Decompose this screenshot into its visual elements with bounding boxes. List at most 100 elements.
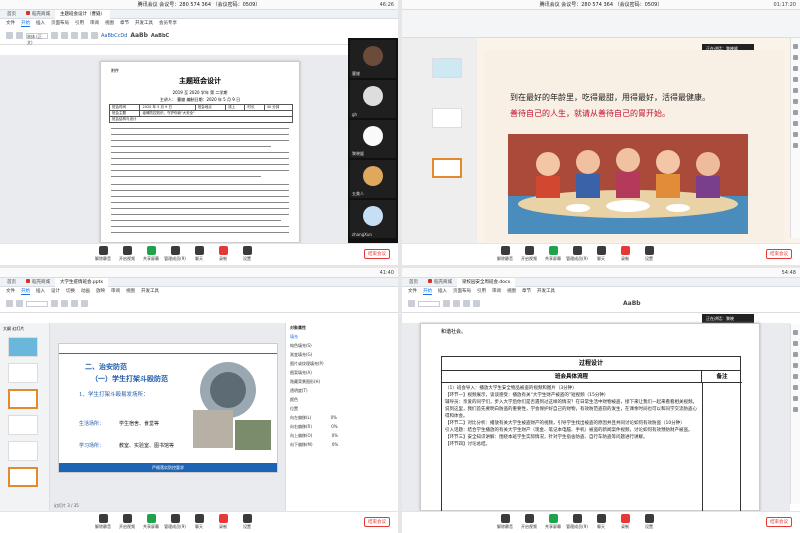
menu-transition[interactable]: 切换	[66, 288, 75, 294]
bold-icon[interactable]	[443, 300, 450, 307]
menu-design[interactable]: 设计	[51, 288, 60, 294]
video-button[interactable]: 开启视频	[518, 514, 540, 530]
end-meeting-button[interactable]: 结束会议	[766, 517, 792, 527]
font-select[interactable]	[418, 300, 440, 307]
fill-solid-option[interactable]: 纯色填充(S)	[286, 341, 388, 350]
menu-review[interactable]: 审阅	[111, 288, 120, 294]
participant-tile[interactable]: 五美人	[350, 160, 396, 198]
font-select[interactable]	[26, 300, 48, 307]
bold-icon[interactable]	[51, 32, 58, 39]
participant-tile[interactable]: zhangXun	[350, 200, 396, 238]
menu-chapter[interactable]: 章节	[120, 20, 129, 26]
tool-icon[interactable]	[793, 143, 798, 148]
settings-button[interactable]: 设置	[236, 246, 258, 262]
record-button[interactable]: 录制	[614, 246, 636, 262]
hide-background-checkbox[interactable]: 隐藏背景图形(H)	[286, 377, 388, 386]
menu-layout[interactable]: 页面布局	[453, 288, 471, 294]
tab-home[interactable]: 首页	[2, 278, 21, 287]
chat-button[interactable]: 聊天	[590, 246, 612, 262]
menu-dev[interactable]: 开发工具	[141, 288, 159, 294]
italic-icon[interactable]	[453, 300, 460, 307]
menu-dev[interactable]: 开发工具	[537, 288, 555, 294]
menu-layout[interactable]: 页面布局	[51, 20, 69, 26]
menu-chapter[interactable]: 章节	[522, 288, 531, 294]
tab-document[interactable]: 梁校园安全周班会.docx	[457, 277, 516, 287]
tool-icon[interactable]	[793, 132, 798, 137]
outline-tabs[interactable]: 大纲 幻灯片	[0, 323, 49, 335]
chat-button[interactable]: 聊天	[188, 514, 210, 530]
unmute-button[interactable]: 解除静音	[92, 246, 114, 262]
tab-document[interactable]: 主题班会设计（曹嶷）	[55, 9, 110, 19]
style-gallery[interactable]: AaBb	[623, 300, 641, 307]
offset-right[interactable]: 向右偏移(R) 0%	[286, 422, 388, 431]
record-button[interactable]: 录制	[212, 246, 234, 262]
tool-icon[interactable]	[793, 407, 798, 412]
italic-icon[interactable]	[61, 32, 68, 39]
slide-thumb[interactable]	[8, 337, 38, 357]
tab-presentation[interactable]: 大学生疫情班会.pptx	[55, 277, 109, 287]
offset-left[interactable]: 向左偏移(L) 0%	[286, 413, 388, 422]
record-button[interactable]: 录制	[614, 514, 636, 530]
style-normal[interactable]: AaBbCcDd	[101, 33, 127, 39]
align-icon[interactable]	[81, 32, 88, 39]
menu-insert[interactable]: 插入	[438, 288, 447, 294]
tool-icon[interactable]	[793, 385, 798, 390]
menu-file[interactable]: 文件	[6, 20, 15, 26]
font-select[interactable]: 宋体 (正文)	[26, 32, 48, 45]
menu-slideshow[interactable]: 放映	[96, 288, 105, 294]
tool-icon[interactable]	[793, 121, 798, 126]
participant-tile[interactable]: 黎晓媛	[350, 120, 396, 158]
tool-icon[interactable]	[793, 396, 798, 401]
slide-thumb[interactable]	[432, 108, 462, 128]
tool-icon[interactable]	[793, 88, 798, 93]
tool-icon[interactable]	[793, 77, 798, 82]
menu-home[interactable]: 开始	[423, 288, 432, 295]
unmute-button[interactable]: 解除静音	[92, 514, 114, 530]
participant-tile[interactable]: gh	[350, 80, 396, 118]
bold-icon[interactable]	[51, 300, 58, 307]
underline-icon[interactable]	[71, 32, 78, 39]
unmute-button[interactable]: 解除静音	[494, 246, 516, 262]
members-button[interactable]: 管理成员(9)	[566, 514, 588, 530]
fill-picture-option[interactable]: 图片或纹理填充(P)	[286, 359, 388, 368]
video-button[interactable]: 开启视频	[518, 246, 540, 262]
tool-icon[interactable]	[793, 363, 798, 368]
end-meeting-button[interactable]: 结束会议	[364, 517, 390, 527]
tool-icon[interactable]	[793, 55, 798, 60]
fill-tab[interactable]: 填充	[286, 332, 388, 341]
video-button[interactable]: 开启视频	[116, 514, 138, 530]
settings-button[interactable]: 设置	[638, 246, 660, 262]
menu-review[interactable]: 审阅	[90, 20, 99, 26]
menu-insert[interactable]: 插入	[36, 288, 45, 294]
menu-file[interactable]: 文件	[408, 288, 417, 294]
menu-reference[interactable]: 引用	[75, 20, 84, 26]
menu-vip[interactable]: 会员专享	[159, 20, 177, 26]
menu-insert[interactable]: 插入	[36, 20, 45, 26]
menu-view[interactable]: 视图	[105, 20, 114, 26]
style-h2[interactable]: AaBbC	[151, 33, 169, 39]
tool-icon[interactable]	[793, 352, 798, 357]
chat-button[interactable]: 聊天	[590, 514, 612, 530]
settings-button[interactable]: 设置	[638, 514, 660, 530]
video-button[interactable]: 开启视频	[116, 246, 138, 262]
menu-review[interactable]: 审阅	[492, 288, 501, 294]
share-button[interactable]: 共享屏幕	[140, 246, 162, 262]
tab-home[interactable]: 首页	[404, 278, 423, 287]
menu-animation[interactable]: 动画	[81, 288, 90, 294]
shape-icon[interactable]	[71, 300, 78, 307]
menu-view[interactable]: 视图	[507, 288, 516, 294]
slide-thumb-active[interactable]	[8, 389, 38, 409]
menu-home[interactable]: 开始	[21, 20, 30, 27]
end-meeting-button[interactable]: 结束会议	[766, 249, 792, 259]
tab-store[interactable]: 稻壳商城	[21, 278, 55, 287]
fill-gradient-option[interactable]: 渐变填充(G)	[286, 350, 388, 359]
chat-button[interactable]: 聊天	[188, 246, 210, 262]
align-icon[interactable]	[473, 300, 480, 307]
participant-tile[interactable]: 曹嶷	[350, 40, 396, 78]
cut-icon[interactable]	[16, 32, 23, 39]
tab-store[interactable]: 稻壳商城	[423, 278, 457, 287]
paste-icon[interactable]	[6, 32, 13, 39]
arrange-icon[interactable]	[81, 300, 88, 307]
menu-file[interactable]: 文件	[6, 288, 15, 294]
settings-button[interactable]: 设置	[236, 514, 258, 530]
